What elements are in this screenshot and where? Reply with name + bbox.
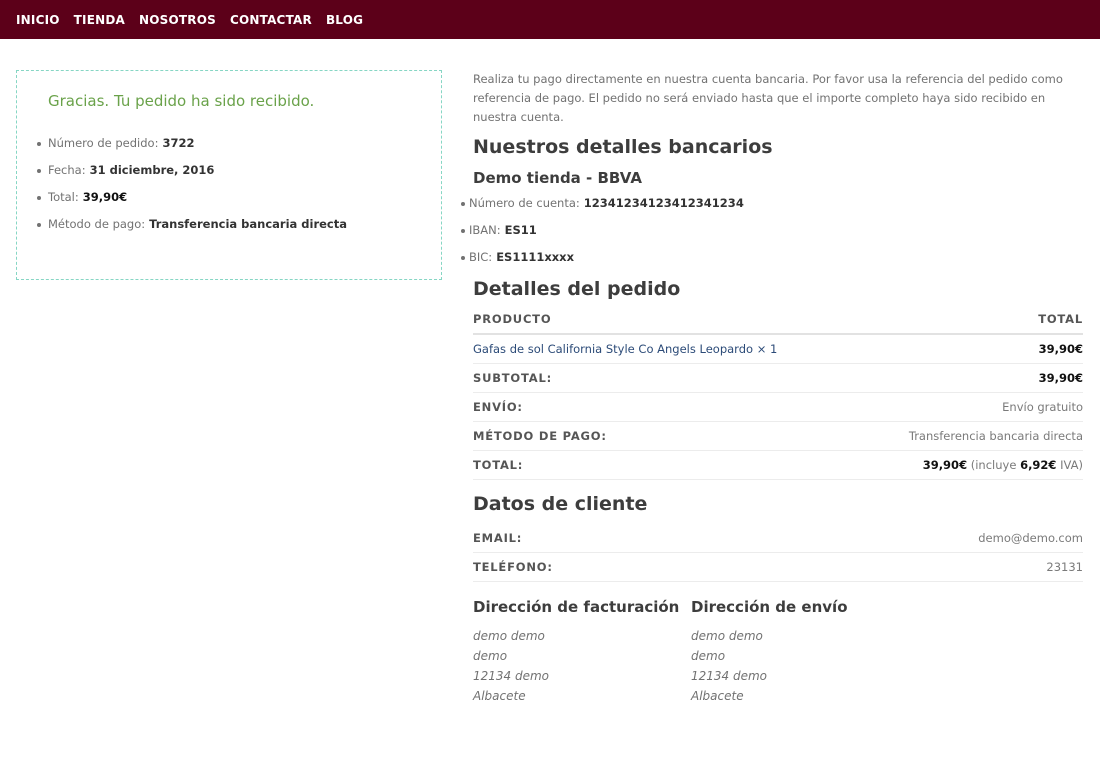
iban-value: ES11 — [504, 223, 537, 237]
bullet-icon — [461, 202, 465, 206]
nav-item-inicio: INICIO — [16, 13, 74, 27]
payment-method-row-label: MÉTODO DE PAGO: — [473, 421, 861, 451]
payment-method-label: Método de pago: — [48, 217, 146, 231]
shipping-label: ENVÍO: — [473, 392, 861, 422]
tax-amount: 6,92€ — [1020, 457, 1057, 472]
customer-details-heading: Datos de cliente — [473, 492, 648, 515]
order-total-item: Total: 39,90€ — [37, 189, 347, 216]
nav-item-tienda: TIENDA — [74, 13, 139, 27]
shipping-address-line: 12134 demo — [691, 669, 768, 683]
phone-value: 23131 — [736, 552, 1083, 582]
bic-item: BIC: ES1111xxxx — [461, 249, 1083, 276]
account-number-label: Número de cuenta: — [469, 196, 580, 210]
bank-details-heading: Nuestros detalles bancarios — [473, 136, 773, 158]
billing-address-line: 12134 demo — [473, 669, 550, 683]
product-link[interactable]: Gafas de sol California Style Co Angels … — [473, 342, 753, 356]
tax-prefix: (incluye — [970, 457, 1017, 472]
bic-value: ES1111xxxx — [496, 250, 575, 264]
shipping-value: Envío gratuito — [860, 392, 1083, 422]
total-column-header: TOTAL — [860, 305, 1083, 335]
order-table-header: PRODUCTO TOTAL — [473, 305, 1083, 335]
bank-details-list: Número de cuenta: 12341234123412341234 IB… — [461, 195, 1083, 276]
product-quantity: × 1 — [756, 341, 778, 356]
email-label: EMAIL: — [473, 523, 737, 553]
nav-link-contactar[interactable]: CONTACTAR — [230, 13, 312, 27]
bullet-icon — [461, 229, 465, 233]
billing-address-line: demo — [473, 649, 508, 663]
bullet-icon — [37, 169, 41, 173]
shipping-address-line: Albacete — [691, 689, 744, 703]
table-row: MÉTODO DE PAGO: Transferencia bancaria d… — [473, 421, 1083, 451]
product-total: 39,90€ — [860, 334, 1083, 364]
table-row: EMAIL: demo@demo.com — [473, 523, 1083, 553]
billing-address-line: demo demo — [473, 629, 545, 643]
iban-item: IBAN: ES11 — [461, 222, 1083, 249]
order-overview: Número de pedido: 3722 Fecha: 31 diciembre… — [37, 135, 347, 243]
bic-label: BIC: — [469, 250, 493, 264]
order-received-box: Gracias. Tu pedido ha sido recibido. Núm… — [16, 70, 442, 280]
bullet-icon — [37, 223, 41, 227]
bullet-icon — [461, 256, 465, 260]
customer-details-table: EMAIL: demo@demo.com TELÉFONO: 23131 — [473, 523, 1083, 582]
billing-address-heading: Dirección de facturación — [473, 598, 680, 616]
order-total-value: 39,90€ — [82, 190, 128, 204]
shipping-address: demo demo demo 12134 demo Albacete — [691, 626, 909, 706]
order-number-value: 3722 — [162, 136, 195, 150]
order-details-column: Realiza tu pago directamente en nuestra … — [461, 70, 1083, 706]
billing-address-line: Albacete — [473, 689, 526, 703]
order-details-table: PRODUCTO TOTAL Gafas de sol California S… — [473, 305, 1083, 480]
account-number-item: Número de cuenta: 12341234123412341234 — [461, 195, 1083, 222]
order-date-value: 31 diciembre, 2016 — [89, 163, 215, 177]
payment-method-value: Transferencia bancaria directa — [149, 217, 348, 231]
shipping-address-line: demo demo — [691, 629, 763, 643]
addresses-section: Dirección de facturación demo demo demo … — [473, 598, 1083, 706]
order-number-label: Número de pedido: — [48, 136, 159, 150]
nav-menu: INICIO TIENDA NOSOTROS CONTACTAR BLOG — [0, 0, 1100, 39]
grand-total-cell: 39,90€ (incluye 6,92€ IVA) — [860, 450, 1083, 480]
table-row: TELÉFONO: 23131 — [473, 552, 1083, 582]
billing-address-block: Dirección de facturación demo demo demo … — [473, 598, 691, 706]
email-value: demo@demo.com — [736, 523, 1083, 553]
billing-address: demo demo demo 12134 demo Albacete — [473, 626, 691, 706]
nav-item-contactar: CONTACTAR — [230, 13, 326, 27]
bank-name: Demo tienda - BBVA — [473, 169, 642, 187]
tax-suffix: IVA) — [1060, 457, 1083, 472]
order-number-item: Número de pedido: 3722 — [37, 135, 347, 162]
top-nav: INICIO TIENDA NOSOTROS CONTACTAR BLOG — [0, 0, 1100, 39]
payment-method-item: Método de pago: Transferencia bancaria di… — [37, 216, 347, 243]
nav-link-blog[interactable]: BLOG — [326, 13, 363, 27]
table-row: Gafas de sol California Style Co Angels … — [473, 334, 1083, 364]
shipping-address-line: demo — [691, 649, 726, 663]
order-details-heading: Detalles del pedido — [473, 278, 681, 300]
subtotal-label: SUBTOTAL: — [473, 363, 861, 393]
nav-item-nosotros: NOSOTROS — [139, 13, 230, 27]
order-total-label: Total: — [48, 190, 79, 204]
shipping-address-heading: Dirección de envío — [691, 598, 848, 616]
product-column-header: PRODUCTO — [473, 305, 861, 335]
iban-label: IBAN: — [469, 223, 501, 237]
subtotal-value: 39,90€ — [860, 363, 1083, 393]
grand-total-label: TOTAL: — [473, 450, 861, 480]
bullet-icon — [37, 142, 41, 146]
bullet-icon — [37, 196, 41, 200]
product-cell: Gafas de sol California Style Co Angels … — [473, 334, 861, 364]
phone-label: TELÉFONO: — [473, 552, 737, 582]
nav-link-tienda[interactable]: TIENDA — [74, 13, 125, 27]
order-date-item: Fecha: 31 diciembre, 2016 — [37, 162, 347, 189]
bank-transfer-instructions: Realiza tu pago directamente en nuestra … — [473, 72, 1063, 124]
table-row: SUBTOTAL: 39,90€ — [473, 363, 1083, 393]
payment-method-row-value: Transferencia bancaria directa — [860, 421, 1083, 451]
nav-link-inicio[interactable]: INICIO — [16, 13, 60, 27]
table-row: TOTAL: 39,90€ (incluye 6,92€ IVA) — [473, 450, 1083, 480]
grand-total-value: 39,90€ — [922, 457, 968, 472]
account-number-value: 12341234123412341234 — [583, 196, 744, 210]
nav-item-blog: BLOG — [326, 13, 377, 27]
shipping-address-block: Dirección de envío demo demo demo 12134 … — [691, 598, 909, 706]
order-date-label: Fecha: — [48, 163, 86, 177]
table-row: ENVÍO: Envío gratuito — [473, 392, 1083, 422]
nav-link-nosotros[interactable]: NOSOTROS — [139, 13, 216, 27]
thank-you-message: Gracias. Tu pedido ha sido recibido. — [48, 92, 315, 110]
